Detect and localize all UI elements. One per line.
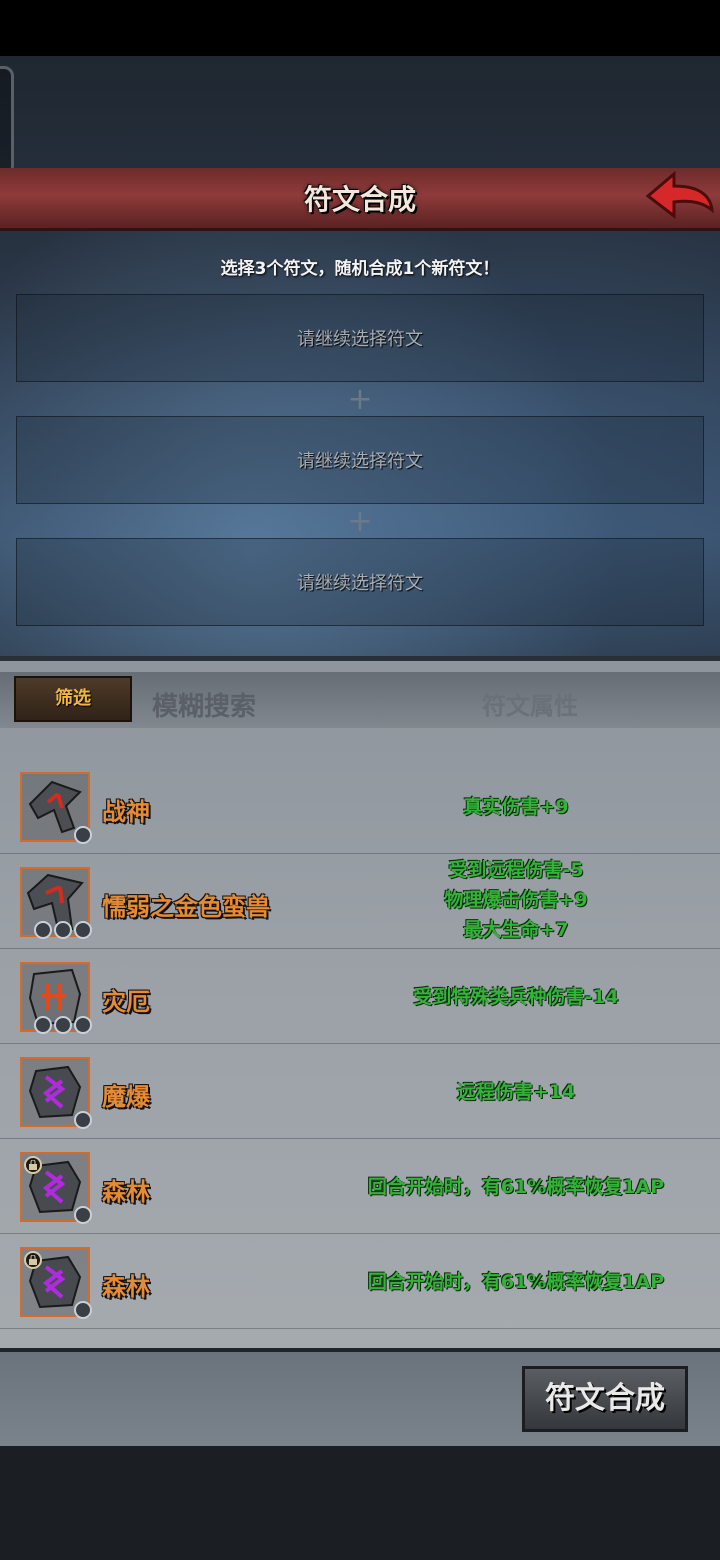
attr-line: 真实伤害+9 <box>463 796 569 818</box>
axe-rune-icon <box>20 867 92 939</box>
lock-icon <box>24 1251 42 1269</box>
purple-rune-icon <box>20 1152 92 1224</box>
rune-attrs: 回合开始时，有61%概率恢复1AP <box>330 1172 702 1202</box>
attr-line: 回合开始时，有61%概率恢复1AP <box>367 1271 665 1293</box>
rune-attrs: 受到特殊类兵种伤害-14 <box>330 982 702 1012</box>
attr-line: 远程伤害+14 <box>456 1081 576 1103</box>
rune-name: 魔爆 <box>102 1083 150 1111</box>
attr-line: 物理爆击伤害+9 <box>444 889 588 911</box>
fuzzy-search[interactable]: 模糊搜索 <box>152 686 256 723</box>
rune-attrs: 回合开始时，有61%概率恢复1AP <box>330 1267 702 1297</box>
badge-icon <box>54 921 72 939</box>
rune-attrs: 远程伤害+14 <box>330 1077 702 1107</box>
back-button[interactable] <box>644 170 716 222</box>
badge-icon <box>34 1016 52 1034</box>
list-item[interactable]: 战神 真实伤害+9 <box>0 758 720 854</box>
list-item[interactable]: 森林 回合开始时，有61%概率恢复1AP <box>0 1233 720 1329</box>
attr-line: 受到远程伤害-5 <box>448 859 584 881</box>
rune-attrs: 受到远程伤害-5 物理爆击伤害+9 最大生命+7 <box>330 855 702 945</box>
instruction-text: 选择3个符文，随机合成1个新符文！ <box>220 259 500 279</box>
purple-rune-icon <box>20 1057 92 1129</box>
compose-button[interactable]: 符文合成 <box>522 1366 688 1432</box>
badge-icon <box>74 826 92 844</box>
plus-icon: + <box>347 382 373 417</box>
attr-line: 回合开始时，有61%概率恢复1AP <box>367 1176 665 1198</box>
slot-placeholder: 请继续选择符文 <box>297 329 423 350</box>
axe-rune-icon <box>20 772 92 844</box>
badge-icon <box>74 1301 92 1319</box>
badge-icon <box>74 921 92 939</box>
rune-name: 懦弱之金色蛮兽 <box>102 893 270 921</box>
rune-attrs: 真实伤害+9 <box>330 792 702 822</box>
attr-column-header: 符文属性 <box>482 692 578 720</box>
slot-placeholder: 请继续选择符文 <box>297 451 423 472</box>
plus-icon: + <box>347 504 373 539</box>
filter-button[interactable]: 筛选 <box>14 676 132 722</box>
badge-icon <box>74 1111 92 1129</box>
rune-name: 战神 <box>102 798 150 826</box>
list-item[interactable]: 懦弱之金色蛮兽 受到远程伤害-5 物理爆击伤害+9 最大生命+7 <box>0 853 720 949</box>
attr-line: 最大生命+7 <box>463 919 569 941</box>
bottom-background <box>0 1446 720 1560</box>
list-item[interactable]: 森林 回合开始时，有61%概率恢复1AP <box>0 1138 720 1234</box>
rune-name: 森林 <box>102 1178 150 1206</box>
badge-icon <box>34 921 52 939</box>
badge-icon <box>54 1016 72 1034</box>
status-bar <box>0 0 720 56</box>
attr-line: 受到特殊类兵种伤害-14 <box>413 986 619 1008</box>
lock-icon <box>24 1156 42 1174</box>
list-item[interactable]: 灾厄 受到特殊类兵种伤害-14 <box>0 948 720 1044</box>
list-item[interactable]: 魔爆 远程伤害+14 <box>0 1043 720 1139</box>
badge-icon <box>74 1016 92 1034</box>
rune-slot-3[interactable]: 请继续选择符文 <box>16 538 704 626</box>
side-bracket <box>0 66 14 176</box>
purple-rune-icon <box>20 1247 92 1319</box>
rune-list[interactable]: 战神 真实伤害+9 懦弱之金色蛮兽 受到远程伤害-5 物理爆击伤害+9 最大生命… <box>0 728 720 1338</box>
rune-name: 灾厄 <box>102 988 150 1016</box>
stone-rune-icon <box>20 962 92 1034</box>
page-title: 符文合成 <box>303 183 416 216</box>
badge-icon <box>74 1206 92 1224</box>
slot-placeholder: 请继续选择符文 <box>297 573 423 594</box>
rune-name: 森林 <box>102 1273 150 1301</box>
rune-slot-2[interactable]: 请继续选择符文 <box>16 416 704 504</box>
back-arrow-icon <box>645 170 714 220</box>
rune-slot-1[interactable]: 请继续选择符文 <box>16 294 704 382</box>
